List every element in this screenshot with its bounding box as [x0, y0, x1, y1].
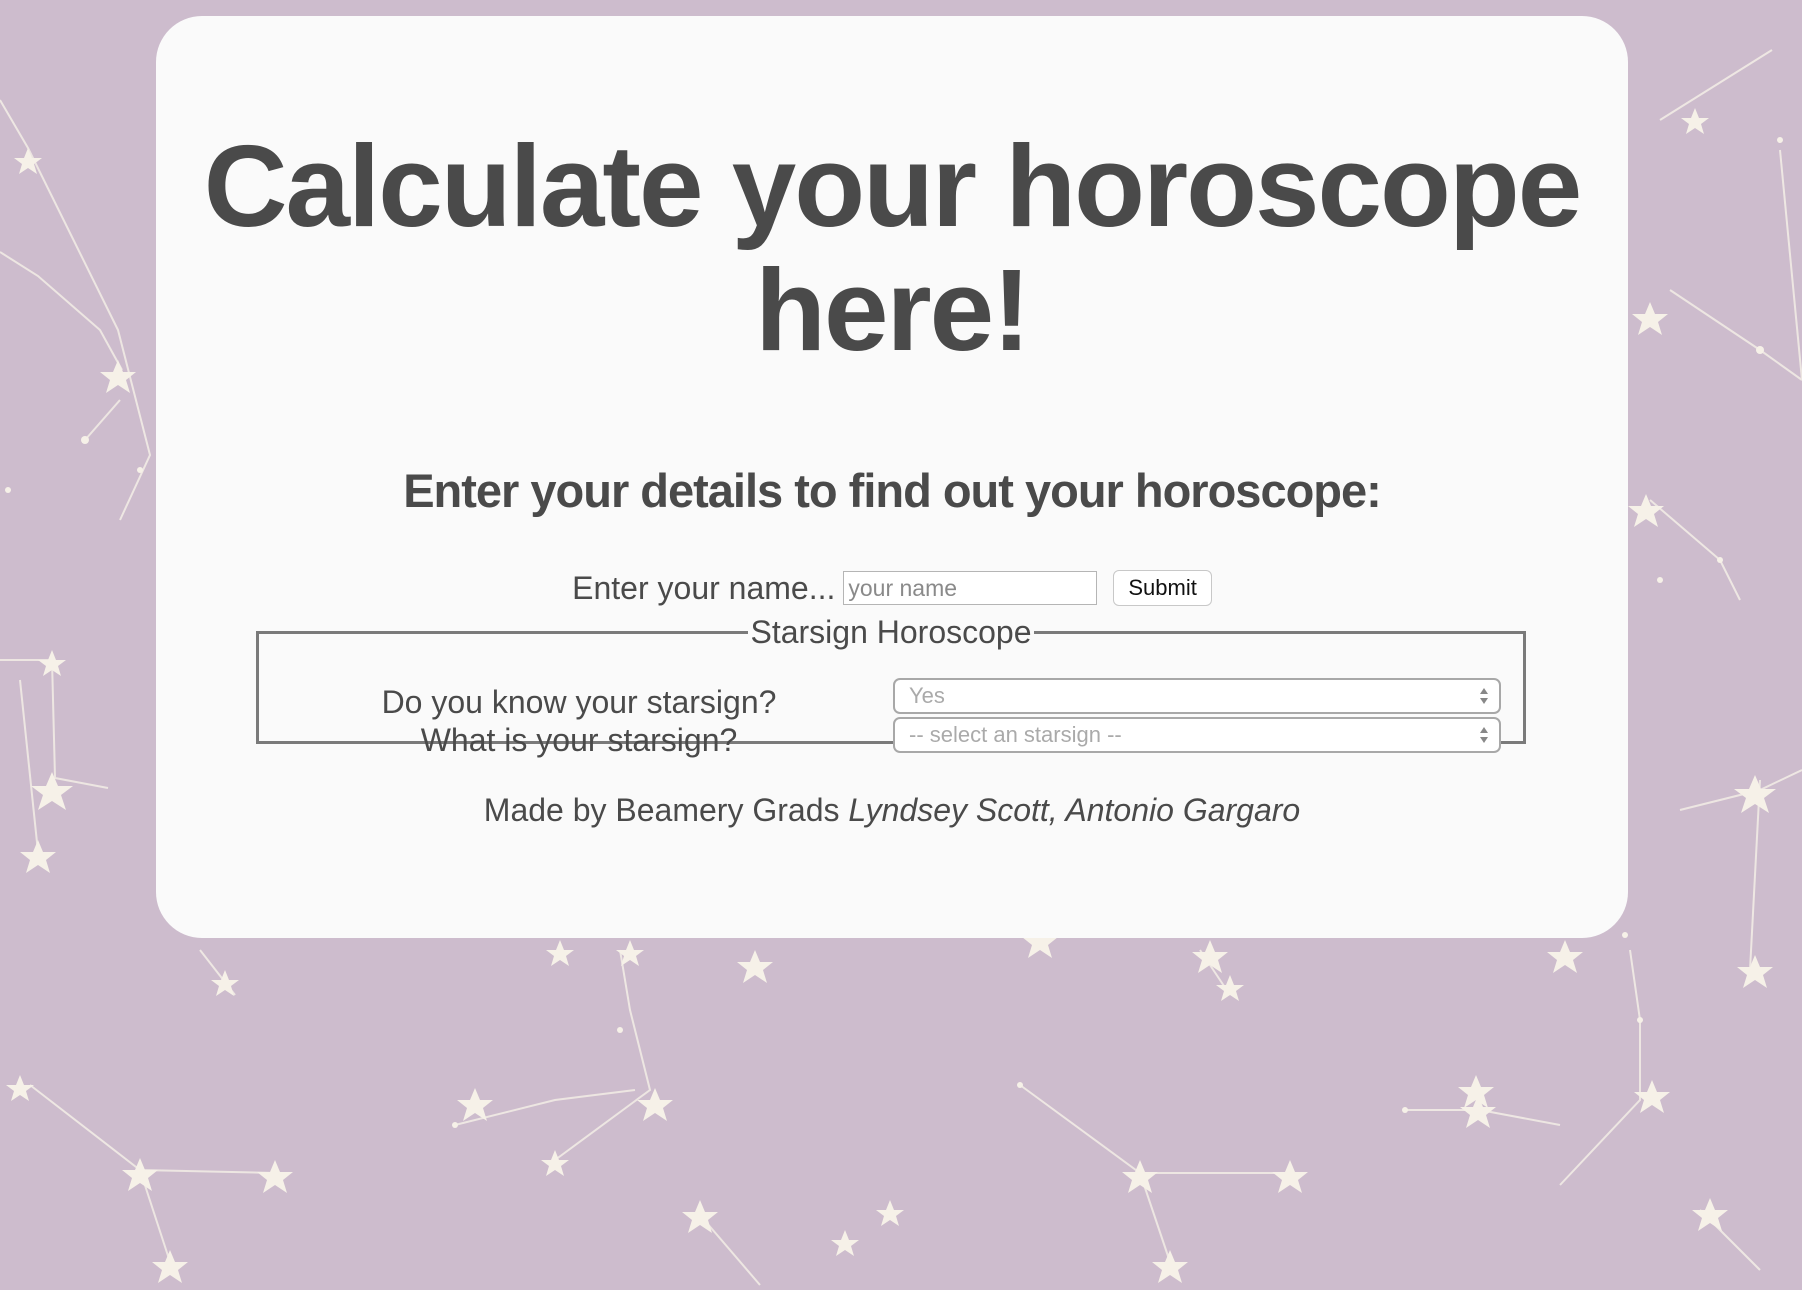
footer-credits: Made by Beamery Grads Lyndsey Scott, Ant…: [156, 790, 1628, 830]
starsign-select[interactable]: -- select an starsign --: [893, 717, 1501, 753]
starsign-legend: Starsign Horoscope: [750, 614, 1032, 650]
know-starsign-select-value: Yes: [909, 683, 945, 708]
name-form: Enter your name... Submit: [156, 568, 1628, 608]
page-subtitle: Enter your details to find out your horo…: [403, 464, 1382, 517]
name-input[interactable]: [843, 571, 1098, 605]
starsign-fieldset: Starsign Horoscope Do you know your star…: [256, 614, 1526, 758]
starsign-questions: Do you know your starsign? What is your …: [259, 683, 899, 759]
select-arrows-icon: [1480, 688, 1488, 704]
name-label: Enter your name...: [572, 570, 836, 606]
select-arrows-icon: [1480, 727, 1488, 743]
authors-text: Lyndsey Scott, Antonio Gargaro: [848, 792, 1301, 828]
page-title: Calculate your horoscope here!: [203, 121, 1583, 375]
submit-button[interactable]: Submit: [1113, 570, 1212, 606]
main-card: Calculate your horoscope here! Enter you…: [156, 16, 1628, 938]
starsign-select-value: -- select an starsign --: [909, 722, 1122, 747]
know-starsign-select[interactable]: Yes: [893, 678, 1501, 714]
know-starsign-label: Do you know your starsign?: [381, 684, 777, 720]
starsign-selects: Yes -- select an starsign --: [893, 678, 1501, 756]
made-by-text: Made by Beamery Grads: [483, 792, 840, 828]
what-starsign-label: What is your starsign?: [420, 722, 738, 758]
